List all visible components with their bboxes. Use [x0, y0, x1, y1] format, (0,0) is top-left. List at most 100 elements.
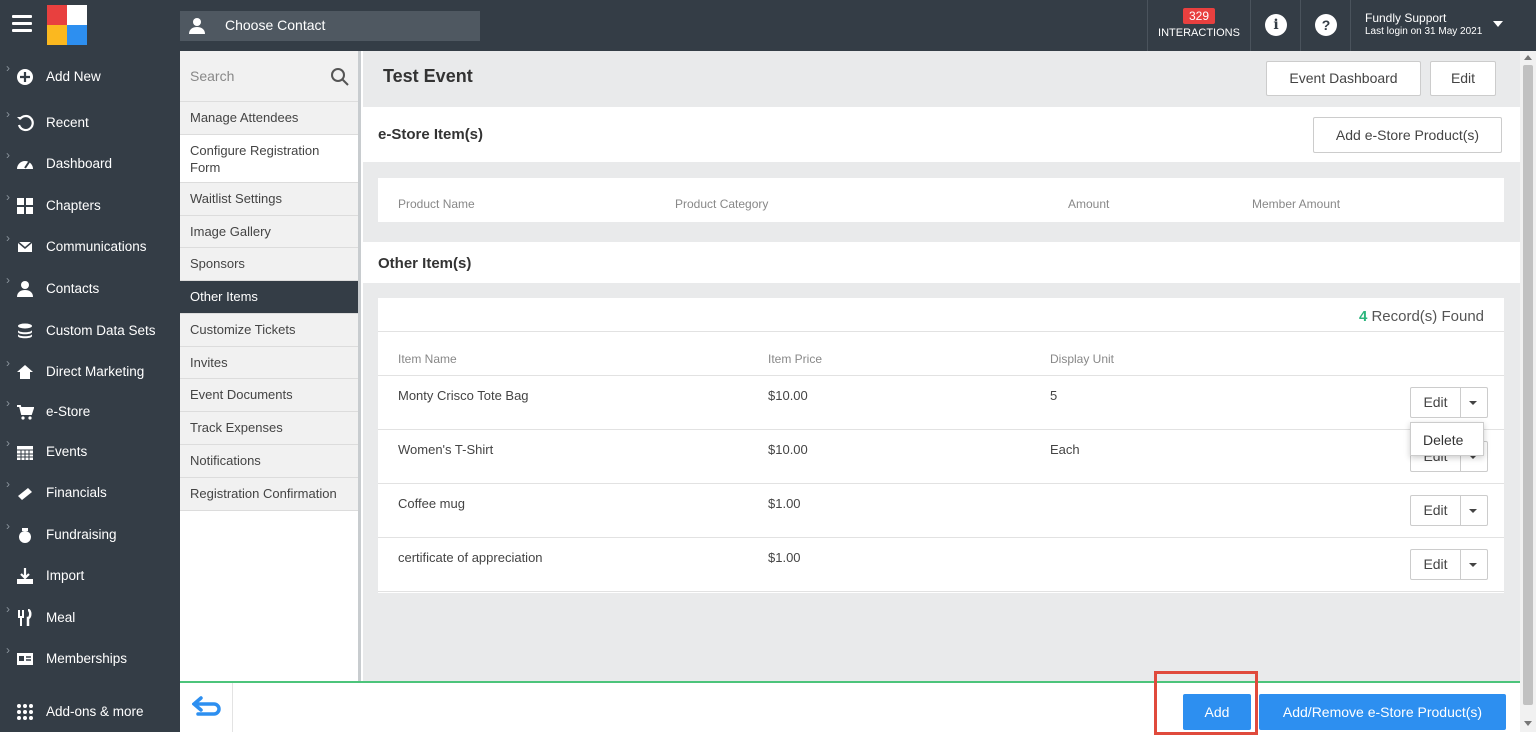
chevron-right-icon: ›: [6, 107, 10, 121]
id-card-icon: [16, 650, 34, 668]
dashboard-icon: [16, 155, 34, 173]
subnav-item-other-items[interactable]: Other Items: [180, 281, 358, 314]
sidebar-item-e-store[interactable]: e-Store ›: [0, 395, 180, 429]
sidebar-item-fundraising[interactable]: Fundraising ›: [0, 518, 180, 552]
column-header: Display Unit: [1050, 352, 1115, 366]
add-estore-product-button[interactable]: Add e-Store Product(s): [1313, 117, 1502, 153]
interactions-count-badge: 329: [1182, 8, 1216, 24]
sidebar-item-meal[interactable]: Meal ›: [0, 601, 180, 635]
plus-circle-icon: [16, 68, 34, 86]
row-edit-button[interactable]: Edit: [1411, 388, 1461, 417]
scroll-down-icon[interactable]: [1524, 721, 1532, 726]
database-icon: [16, 322, 34, 340]
row-edit-button[interactable]: Edit: [1411, 496, 1461, 525]
menu-icon[interactable]: [12, 15, 32, 35]
chevron-down-icon[interactable]: [1469, 509, 1477, 513]
estore-section-title: e-Store Item(s): [378, 126, 484, 143]
chevron-right-icon: ›: [6, 436, 10, 450]
event-dashboard-button[interactable]: Event Dashboard: [1266, 61, 1421, 96]
subnav-item-notifications[interactable]: Notifications: [180, 445, 358, 478]
sidebar-item-add-new[interactable]: Add New ›: [0, 60, 180, 94]
subnav-item-image-gallery[interactable]: Image Gallery: [180, 216, 358, 248]
sidebar-item-add-ons-more[interactable]: Add-ons & more: [0, 695, 180, 729]
table-row: Women's T-Shirt $10.00 Each Edit: [378, 429, 1504, 483]
help-icon[interactable]: ?: [1315, 14, 1337, 36]
back-arrow-icon: [192, 696, 221, 716]
sidebar-item-direct-marketing[interactable]: Direct Marketing ›: [0, 355, 180, 389]
sidebar-item-label: e-Store: [46, 404, 91, 419]
add-remove-estore-button[interactable]: Add/Remove e-Store Product(s): [1259, 694, 1506, 730]
edit-event-button[interactable]: Edit: [1430, 61, 1496, 96]
row-edit-split-button: Edit: [1410, 495, 1488, 526]
divider: [378, 591, 1504, 592]
subnav-item-customize-tickets[interactable]: Customize Tickets: [180, 314, 358, 347]
chevron-down-icon[interactable]: [1469, 563, 1477, 567]
table-row: certificate of appreciation $1.00 Edit: [378, 537, 1504, 591]
info-icon[interactable]: i: [1265, 14, 1287, 36]
choose-contact-button[interactable]: Choose Contact: [180, 11, 480, 41]
sidebar-item-recent[interactable]: Recent ›: [0, 106, 180, 140]
user-name: Fundly Support: [1365, 11, 1447, 25]
event-subnav: Search Manage Attendees Configure Registr…: [180, 51, 361, 681]
table-row: Coffee mug $1.00 Edit: [378, 483, 1504, 537]
scroll-up-icon[interactable]: [1524, 55, 1532, 60]
chevron-down-icon[interactable]: [1469, 401, 1477, 405]
interactions-button[interactable]: 329 INTERACTIONS: [1148, 0, 1250, 51]
history-icon: [16, 114, 34, 132]
chevron-right-icon: ›: [6, 61, 10, 75]
column-header: Product Category: [675, 197, 769, 211]
sidebar-item-label: Contacts: [46, 281, 100, 296]
subnav-item-waitlist-settings[interactable]: Waitlist Settings: [180, 183, 358, 216]
other-section-title: Other Item(s): [378, 255, 472, 272]
delete-menu-item[interactable]: Delete: [1423, 432, 1463, 448]
subnav-item-configure-registration-form[interactable]: Configure Registration Form: [180, 135, 358, 183]
sidebar-item-memberships[interactable]: Memberships ›: [0, 642, 180, 676]
chevron-right-icon: ›: [6, 643, 10, 657]
search-icon[interactable]: [330, 67, 350, 87]
user-icon: [16, 280, 34, 298]
cell-unit: 5: [1050, 388, 1058, 403]
page-scrollbar[interactable]: [1520, 51, 1536, 732]
user-menu[interactable]: Fundly Support Last login on 31 May 2021: [1365, 11, 1482, 37]
row-edit-button[interactable]: Edit: [1411, 550, 1461, 579]
record-count-number: 4: [1358, 308, 1368, 325]
search-input[interactable]: Search: [190, 68, 234, 84]
sidebar-item-dashboard[interactable]: Dashboard ›: [0, 147, 180, 181]
subnav-search[interactable]: Search: [180, 51, 358, 102]
apps-icon: [16, 703, 34, 721]
scrollbar-thumb[interactable]: [1523, 65, 1533, 705]
record-count: 4 Record(s) Found: [1359, 308, 1484, 325]
subnav-item-invites[interactable]: Invites: [180, 347, 358, 379]
estore-table: Product Name Product Category Amount Mem…: [378, 178, 1504, 222]
sidebar-item-communications[interactable]: Communications ›: [0, 230, 180, 264]
subnav-item-sponsors[interactable]: Sponsors: [180, 248, 358, 281]
chevron-right-icon: ›: [6, 231, 10, 245]
app-logo[interactable]: [47, 5, 87, 45]
subnav-item-track-expenses[interactable]: Track Expenses: [180, 412, 358, 445]
top-bar: Choose Contact 329 INTERACTIONS i ? Fund…: [0, 0, 1536, 51]
column-header: Item Price: [768, 352, 823, 366]
sidebar-item-import[interactable]: Import: [0, 559, 180, 593]
divider: [1250, 0, 1251, 51]
import-icon: [16, 567, 34, 585]
sidebar-item-financials[interactable]: Financials ›: [0, 476, 180, 510]
other-items-table: 4 Record(s) Found Item Name Item Price D…: [378, 298, 1504, 593]
choose-contact-label: Choose Contact: [225, 17, 326, 33]
cell-price: $10.00: [768, 388, 808, 403]
cell-name: Monty Crisco Tote Bag: [398, 388, 529, 403]
sidebar-item-custom-data-sets[interactable]: Custom Data Sets: [0, 314, 180, 348]
subnav-item-registration-confirmation[interactable]: Registration Confirmation: [180, 478, 358, 511]
sidebar-item-contacts[interactable]: Contacts ›: [0, 272, 180, 306]
subnav-item-manage-attendees[interactable]: Manage Attendees: [180, 102, 358, 135]
back-button[interactable]: [180, 683, 233, 732]
sidebar-item-events[interactable]: Events ›: [0, 435, 180, 469]
sidebar-item-chapters[interactable]: Chapters ›: [0, 189, 180, 223]
utensils-icon: [16, 608, 34, 627]
highlight-box: [1154, 671, 1258, 735]
money-bag-icon: [16, 526, 34, 544]
chevron-down-icon[interactable]: [1493, 21, 1503, 27]
subnav-item-event-documents[interactable]: Event Documents: [180, 379, 358, 412]
other-section-header: Other Item(s): [363, 242, 1520, 283]
action-footer: Add Add/Remove e-Store Product(s): [180, 671, 1520, 735]
home-icon: [16, 363, 34, 381]
